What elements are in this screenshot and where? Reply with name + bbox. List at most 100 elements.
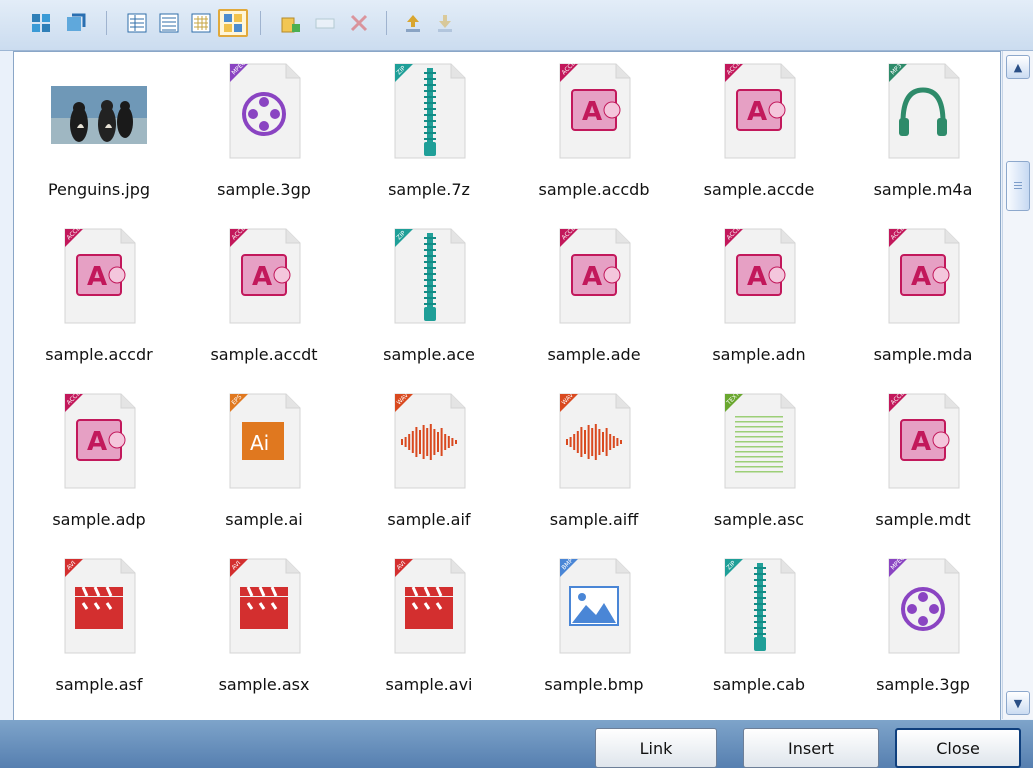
avi-file-icon: AVI xyxy=(226,557,302,655)
file-name: sample.asx xyxy=(218,675,310,694)
rename-icon[interactable] xyxy=(312,10,338,36)
file-name: sample.asf xyxy=(55,675,143,694)
file-name: Penguins.jpg xyxy=(47,180,151,199)
file-item[interactable]: ACCDB A sample.mdt xyxy=(848,382,998,542)
file-browser-view[interactable]: Penguins.jpg MPEG sample.3gp ZIP sample.7z AC… xyxy=(13,51,1001,721)
file-name: sample.m4a xyxy=(873,180,973,199)
zip-file-icon: ZIP xyxy=(721,557,797,655)
access-file-icon: ACCDB A xyxy=(556,57,632,160)
access-file-icon: ACCDB A xyxy=(226,222,302,325)
access-file-icon: ACCDB A xyxy=(61,222,137,325)
access-file-icon: ACCDE A xyxy=(721,57,797,160)
file-name: sample.accdt xyxy=(210,345,318,364)
avi-file-icon: AVI xyxy=(391,557,467,655)
fit-icon[interactable] xyxy=(28,10,54,36)
file-item[interactable]: MPEG sample.3gp xyxy=(848,547,998,707)
file-name: sample.asc xyxy=(713,510,805,529)
file-item[interactable]: MPEG sample.3gp xyxy=(189,52,339,212)
file-item[interactable]: ACCDB A sample.adp xyxy=(24,382,174,542)
scroll-up-button[interactable]: ▲ xyxy=(1006,55,1030,79)
file-item[interactable]: Penguins.jpg xyxy=(24,52,174,212)
file-item[interactable]: BMP sample.bmp xyxy=(519,547,669,707)
mpeg-file-icon: MPEG xyxy=(226,59,302,160)
file-name: sample.cab xyxy=(712,675,805,694)
details-view-icon[interactable] xyxy=(124,10,150,36)
file-item[interactable]: ACCDB A sample.ade xyxy=(519,217,669,377)
file-item[interactable]: ACCDB A sample.mda xyxy=(848,217,998,377)
file-item[interactable]: AVI sample.avi xyxy=(354,547,504,707)
file-item[interactable]: WAV sample.aif xyxy=(354,382,504,542)
refresh-icon[interactable] xyxy=(62,10,88,36)
file-item[interactable]: ACCDE A sample.accde xyxy=(684,52,834,212)
file-name: sample.ai xyxy=(225,510,303,529)
toolbar-separator xyxy=(386,11,387,35)
file-name: sample.aif xyxy=(387,510,471,529)
text-file-icon: TEXT xyxy=(721,391,797,490)
link-button[interactable]: Link xyxy=(595,728,717,768)
file-name: sample.3gp xyxy=(876,675,970,694)
file-item[interactable]: WAV sample.aiff xyxy=(519,382,669,542)
svg-text:A: A xyxy=(87,262,107,292)
delete-icon[interactable] xyxy=(346,10,372,36)
avi-file-icon: AVI xyxy=(61,557,137,655)
image-thumbnail xyxy=(51,62,147,160)
toolbar-separator xyxy=(106,11,107,35)
access-file-icon: ACCDB A xyxy=(885,222,961,325)
file-name: sample.adn xyxy=(712,345,806,364)
file-name: sample.aiff xyxy=(549,510,639,529)
zip-file-icon: ZIP xyxy=(391,227,467,325)
file-item[interactable]: ACCDB A sample.accdt xyxy=(189,217,339,377)
file-name: sample.mdt xyxy=(875,510,971,529)
file-item[interactable]: AVI sample.asx xyxy=(189,547,339,707)
wav-file-icon: WAV xyxy=(556,391,632,490)
bmp-file-icon: BMP xyxy=(556,557,632,655)
svg-text:A: A xyxy=(87,427,107,457)
mpeg-file-icon: MPEG xyxy=(885,554,961,655)
wav-file-icon: WAV xyxy=(391,391,467,490)
access-file-icon: ACCDB A xyxy=(721,222,797,325)
file-item[interactable]: ACCDB A sample.accdr xyxy=(24,217,174,377)
file-item[interactable]: EPS Ai sample.ai xyxy=(189,382,339,542)
svg-text:A: A xyxy=(747,262,767,292)
file-item[interactable]: AVI sample.asf xyxy=(24,547,174,707)
file-item[interactable]: ACCDB A sample.accdb xyxy=(519,52,669,212)
svg-text:A: A xyxy=(252,262,272,292)
new-folder-icon[interactable] xyxy=(278,10,304,36)
file-name: sample.avi xyxy=(385,675,473,694)
insert-button[interactable]: Insert xyxy=(743,728,879,768)
file-name: sample.mda xyxy=(873,345,973,364)
ai-file-icon: EPS Ai xyxy=(226,392,302,490)
file-name: sample.accdb xyxy=(538,180,650,199)
access-file-icon: ACCDB A xyxy=(556,222,632,325)
mp3-file-icon: MP3 xyxy=(885,62,961,160)
file-item[interactable]: ZIP sample.ace xyxy=(354,217,504,377)
list-view-icon[interactable] xyxy=(156,10,182,36)
file-name: sample.accdr xyxy=(45,345,153,364)
svg-text:A: A xyxy=(582,262,602,292)
upload-icon[interactable] xyxy=(400,10,426,36)
toolbar xyxy=(0,0,1033,51)
file-item[interactable]: TEXT sample.asc xyxy=(684,382,834,542)
zip-file-icon: ZIP xyxy=(391,62,467,160)
file-name: sample.bmp xyxy=(544,675,644,694)
svg-text:A: A xyxy=(747,97,767,127)
svg-text:A: A xyxy=(911,427,931,457)
small-thumbs-view-icon[interactable] xyxy=(188,10,214,36)
file-item[interactable]: ACCDB A sample.adn xyxy=(684,217,834,377)
file-name: sample.adp xyxy=(52,510,146,529)
scroll-down-button[interactable]: ▼ xyxy=(1006,691,1030,715)
close-button[interactable]: Close xyxy=(895,728,1021,768)
access-file-icon: ACCDB A xyxy=(885,387,961,490)
file-item[interactable]: ZIP sample.7z xyxy=(354,52,504,212)
file-name: sample.accde xyxy=(703,180,815,199)
vertical-scrollbar[interactable]: ▲ ▼ xyxy=(1002,51,1033,719)
file-item[interactable]: ZIP sample.cab xyxy=(684,547,834,707)
scroll-thumb[interactable] xyxy=(1006,161,1030,211)
file-name: sample.7z xyxy=(388,180,470,199)
download-icon[interactable] xyxy=(432,10,458,36)
thumbnails-view-icon[interactable] xyxy=(218,9,248,37)
file-item[interactable]: MP3 sample.m4a xyxy=(848,52,998,212)
svg-text:A: A xyxy=(582,97,602,127)
svg-text:A: A xyxy=(911,262,931,292)
toolbar-separator xyxy=(260,11,261,35)
